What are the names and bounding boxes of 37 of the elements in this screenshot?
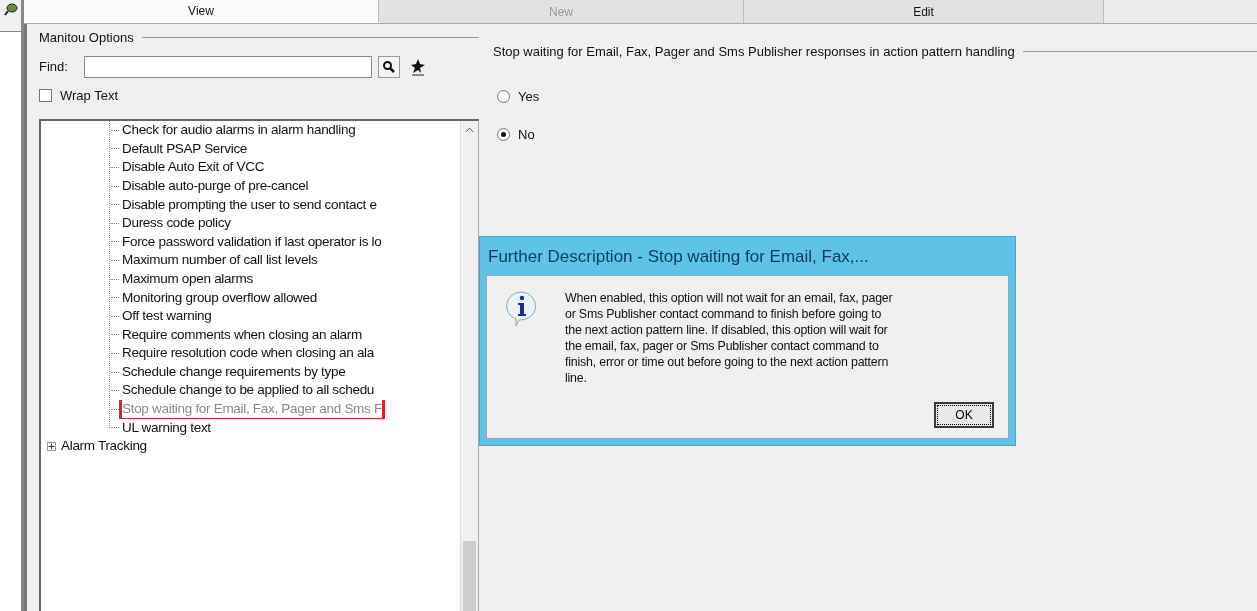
find-label: Find: — [39, 57, 68, 76]
tree-item[interactable]: Schedule change to be applied to all schedu — [121, 381, 376, 400]
tree-item[interactable]: Alarm Tracking — [60, 437, 148, 456]
tree-item[interactable]: Disable Auto Exit of VCC — [121, 158, 266, 177]
checkbox[interactable] — [39, 88, 52, 102]
option-title: Stop waiting for Email, Fax, Pager and Sms Publisher responses in action pattern handling — [493, 43, 1015, 61]
dialog-message: When enabled, this option will not wait for an email, fax, pager or Sms Publisher contact command to finish before going to the next action pattern line. If disabled, this option will wait for the email, fax, pager or Sms Publisher contact command to finish, error or time out before going to the next action pattern line. — [565, 289, 894, 387]
radio-label: Yes — [518, 87, 540, 106]
tree-item[interactable]: Off test warning — [121, 306, 213, 326]
tree-item[interactable]: Disable auto-purge of pre-cancel — [121, 176, 310, 196]
radio-label: No — [518, 125, 535, 144]
tree-item[interactable]: Duress code policy — [121, 213, 232, 233]
tree-item[interactable]: Schedule change requirements by type — [121, 362, 347, 382]
info-icon — [505, 289, 539, 328]
tree-item[interactable]: Stop waiting for Email, Fax, Pager and Sms F — [121, 399, 383, 419]
tree-item[interactable]: Monitoring group overflow allowed — [121, 288, 318, 307]
tree-item[interactable]: Force password validation if last operator is lo — [121, 232, 383, 252]
wrap-text-label: Wrap Text — [60, 86, 119, 105]
tree-item[interactable]: Maximum number of call list levels — [121, 251, 319, 270]
toolbar-tab[interactable]: Edit — [744, 0, 1104, 23]
tree-item[interactable]: Check for audio alarms in alarm handling — [121, 121, 357, 140]
tree-item[interactable]: Default PSAP Service — [121, 139, 249, 159]
find-field[interactable] — [83, 55, 372, 78]
tree-item[interactable]: Maximum open alarms — [121, 269, 254, 289]
scroll-up-icon[interactable] — [465, 127, 474, 133]
tree-item[interactable]: Disable prompting the user to send contact e — [121, 195, 378, 214]
scrollbar-thumb[interactable] — [463, 541, 476, 611]
group-title: Manitou Options — [39, 29, 134, 47]
dialog-title: Further Description - Stop waiting for Email, Fax,... — [487, 246, 870, 268]
tree-item[interactable]: UL warning text — [121, 418, 212, 438]
tree-item[interactable]: Require resolution code when closing an ala — [121, 344, 376, 363]
radio-button[interactable] — [497, 128, 510, 141]
tree-item[interactable]: Require comments when closing an alarm — [121, 325, 363, 345]
toolbar-tab[interactable]: View — [24, 0, 379, 23]
radio-button[interactable] — [497, 90, 510, 103]
ok-button[interactable]: OK — [934, 402, 994, 429]
expander-icon[interactable] — [47, 441, 56, 451]
